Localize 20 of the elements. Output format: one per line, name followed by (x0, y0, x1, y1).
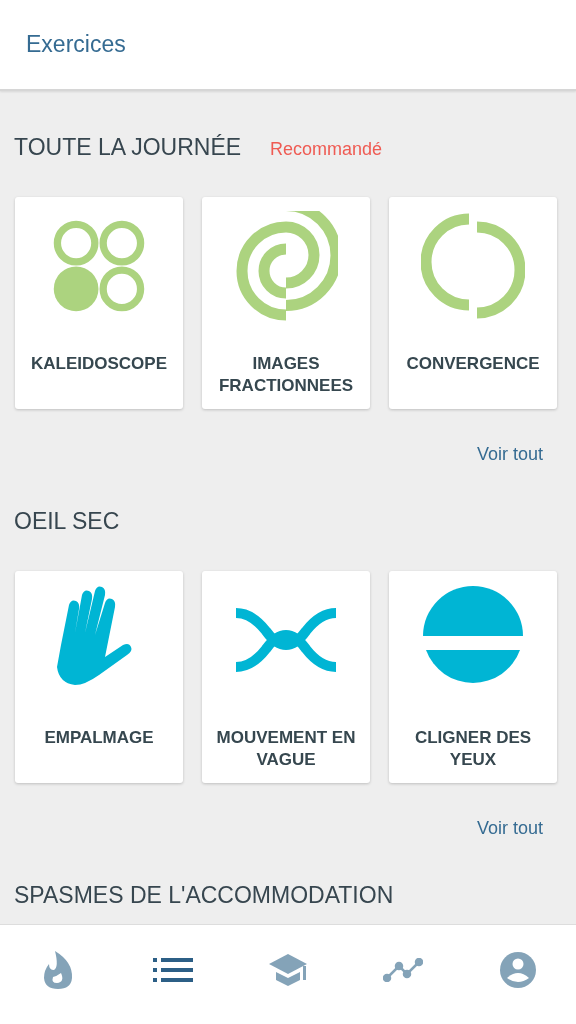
exercise-card[interactable]: MOUVEMENT EN VAGUE (202, 571, 370, 783)
exercise-card[interactable]: CLIGNER DES YEUX (389, 571, 557, 783)
graduation-cap-icon (268, 953, 307, 986)
page-title: Exercices (26, 31, 126, 58)
exercise-card[interactable]: EMPALMAGE (15, 571, 183, 783)
section-title: OEIL SEC (14, 508, 120, 535)
exercise-card[interactable]: CONVERGENCE (389, 197, 557, 409)
menu-icon (152, 957, 193, 982)
spiral-icon (234, 211, 338, 321)
see-all-link[interactable]: Voir tout (476, 818, 543, 839)
profile-icon (500, 951, 537, 988)
exercise-card[interactable]: IMAGES FRACTIONNEES (202, 197, 370, 409)
flame-icon (42, 949, 73, 990)
section-title: TOUTE LA JOURNÉE (14, 134, 242, 161)
split-ring-icon (421, 211, 525, 321)
section-title: SPASMES DE L'ACCOMMODATION (14, 882, 394, 909)
recommended-label: Recommandé (270, 139, 383, 160)
see-all-link[interactable]: Voir tout (476, 444, 543, 465)
exercise-card[interactable]: KALEIDOSCOPE (15, 197, 183, 409)
line-chart-icon (383, 957, 424, 982)
